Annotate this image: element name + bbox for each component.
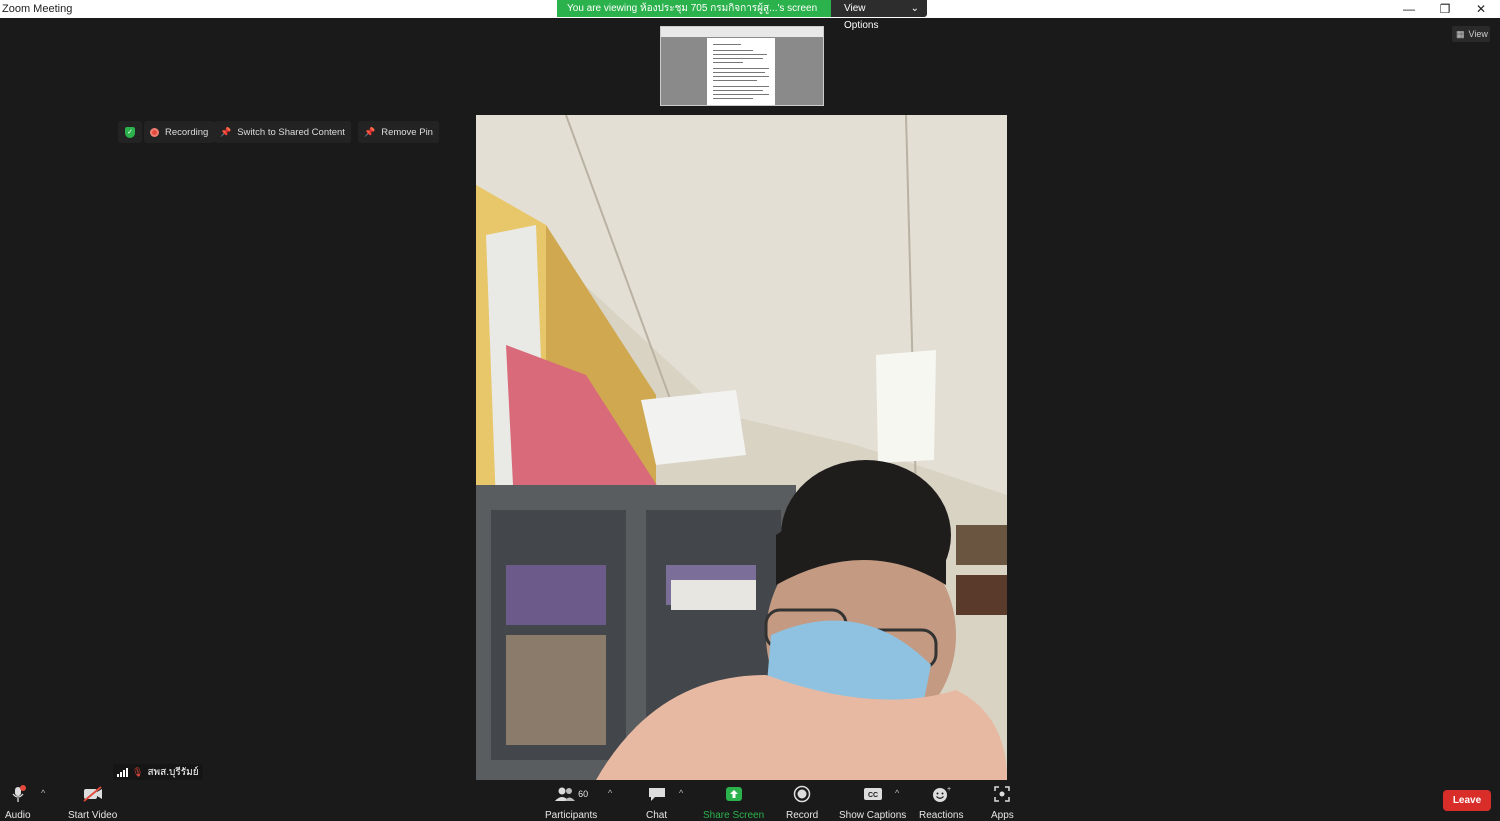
minimize-button[interactable]: —: [1391, 0, 1427, 18]
microphone-icon: [10, 784, 26, 804]
document-page-preview: [707, 38, 775, 105]
record-label: Record: [786, 810, 819, 821]
participant-name: สพส.บุรีรัมย์: [147, 766, 199, 778]
video-frame-illustration: [476, 115, 1007, 780]
view-options-label: View Options: [844, 3, 879, 31]
show-captions-label: Show Captions: [839, 810, 907, 821]
participants-button[interactable]: 60 Participants: [545, 784, 597, 821]
switch-shared-content-button[interactable]: 📌 Switch to Shared Content: [214, 121, 351, 143]
share-screen-label: Share Screen: [703, 810, 765, 821]
shield-icon: ✓: [125, 126, 135, 138]
svg-text:+: +: [947, 786, 951, 793]
smiley-icon: +: [931, 784, 951, 804]
recording-indicator[interactable]: Recording: [144, 121, 215, 143]
chat-icon: [648, 784, 666, 804]
signal-strength-icon: [117, 767, 128, 777]
share-screen-button[interactable]: Share Screen: [703, 784, 764, 821]
chat-button[interactable]: Chat: [646, 784, 667, 821]
window-title: Zoom Meeting: [2, 3, 73, 15]
participants-label: Participants: [545, 810, 598, 821]
apps-button[interactable]: Apps: [991, 784, 1014, 821]
muted-mic-icon: 🎙: [132, 766, 144, 777]
share-screen-icon: [725, 784, 743, 804]
document-toolbar-preview: [661, 27, 823, 37]
participants-icon: 60: [554, 784, 588, 804]
apps-icon: [993, 784, 1011, 804]
start-video-button[interactable]: Start Video: [68, 784, 117, 821]
reactions-button[interactable]: + Reactions: [919, 784, 963, 821]
participants-count: 60: [578, 789, 589, 799]
captions-options-caret[interactable]: ^: [895, 788, 899, 798]
apps-label: Apps: [991, 810, 1014, 821]
closed-captions-icon: CC: [863, 784, 883, 804]
grid-icon: ▦: [1456, 28, 1465, 39]
record-button[interactable]: Record: [786, 784, 818, 821]
view-button[interactable]: ▦ View: [1452, 26, 1490, 42]
video-off-icon: [82, 784, 104, 804]
audio-button[interactable]: Audio: [5, 784, 31, 821]
share-banner-message: You are viewing ห้องประชุม 705 กรมกิจการ…: [557, 0, 831, 17]
remove-pin-button[interactable]: 📌 Remove Pin: [358, 121, 439, 143]
pin-icon: 📌: [364, 126, 376, 137]
switch-shared-content-label: Switch to Shared Content: [237, 126, 345, 138]
leave-button[interactable]: Leave: [1443, 790, 1491, 811]
close-button[interactable]: ✕: [1463, 0, 1499, 18]
audio-label: Audio: [5, 810, 31, 821]
recording-label: Recording: [165, 126, 209, 138]
recording-dot-icon: [150, 127, 159, 137]
start-video-label: Start Video: [68, 810, 118, 821]
audio-options-caret[interactable]: ^: [41, 788, 45, 798]
shared-screen-thumbnail[interactable]: [660, 26, 824, 106]
restore-button[interactable]: ❐: [1427, 0, 1463, 18]
chevron-down-icon: ⌄: [910, 3, 919, 14]
participants-options-caret[interactable]: ^: [608, 788, 612, 798]
participant-video[interactable]: [476, 115, 1007, 780]
reactions-label: Reactions: [919, 810, 964, 821]
chat-label: Chat: [646, 810, 668, 821]
chat-options-caret[interactable]: ^: [679, 788, 683, 798]
pin-icon: 📌: [220, 126, 232, 137]
encryption-indicator[interactable]: ✓: [118, 121, 142, 143]
screen-share-banner: You are viewing ห้องประชุม 705 กรมกิจการ…: [557, 0, 927, 31]
view-options-button[interactable]: View Options ⌄: [831, 0, 927, 31]
svg-text:CC: CC: [868, 792, 878, 799]
record-icon: [793, 784, 811, 804]
view-label: View: [1468, 29, 1488, 39]
participant-name-tag: 🎙 สพส.บุรีรัมย์: [113, 764, 203, 780]
remove-pin-label: Remove Pin: [381, 126, 433, 138]
